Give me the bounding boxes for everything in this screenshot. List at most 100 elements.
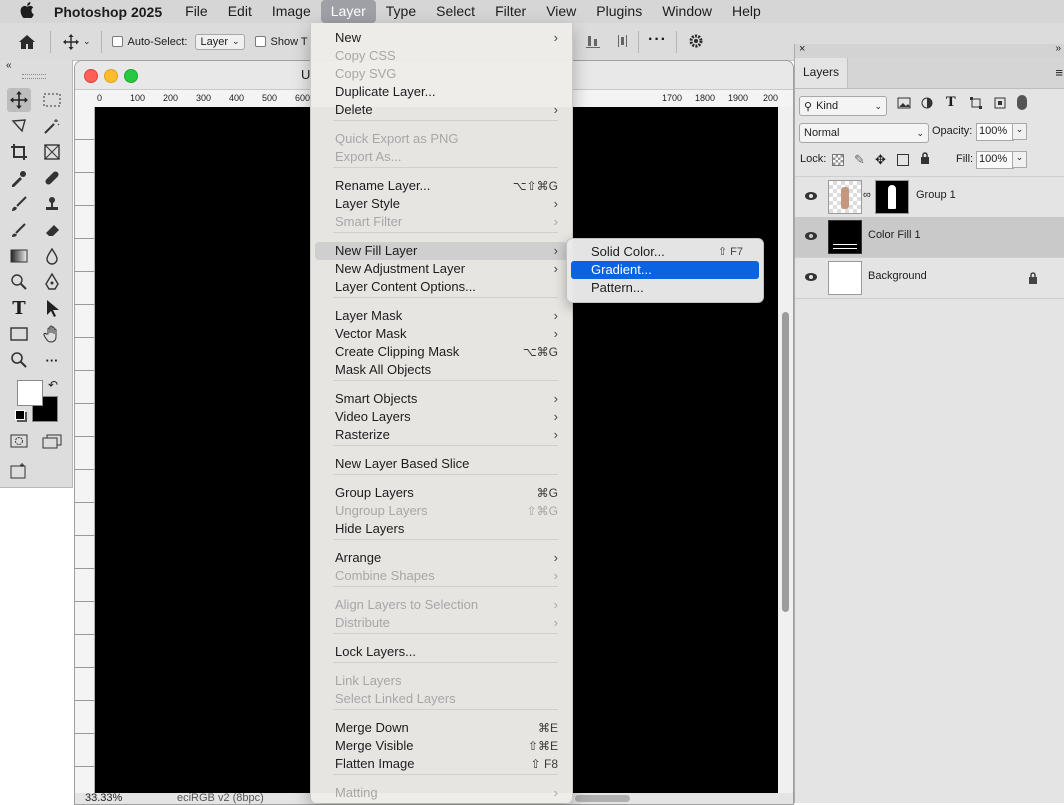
- close-panel-icon[interactable]: ×: [799, 43, 805, 55]
- marquee-tool[interactable]: [40, 88, 64, 112]
- auto-select-dropdown[interactable]: Layer ⌄: [195, 33, 245, 50]
- lock-image-icon[interactable]: ✎: [854, 152, 865, 168]
- tab-layers[interactable]: Layers: [795, 58, 848, 88]
- menu-item-layer-content-options[interactable]: Layer Content Options...: [315, 278, 568, 296]
- menu-item-duplicate-layer[interactable]: Duplicate Layer...: [315, 83, 568, 101]
- menu-item-select-linked-layers[interactable]: Select Linked Layers: [315, 690, 568, 708]
- horizontal-scrollbar-thumb[interactable]: [575, 795, 630, 802]
- menu-filter[interactable]: Filter: [485, 0, 536, 23]
- menu-item-ungroup-layers[interactable]: Ungroup Layers ⇧⌘G: [315, 502, 568, 520]
- generative-edit-icon[interactable]: [7, 459, 31, 483]
- layer-row-color-fill-1[interactable]: Color Fill 1: [795, 217, 1064, 258]
- distribute-icon[interactable]: [614, 33, 630, 52]
- healing-brush-tool[interactable]: [40, 166, 64, 190]
- layer-name[interactable]: Background: [868, 270, 927, 282]
- gear-icon[interactable]: [688, 33, 704, 52]
- eraser-tool[interactable]: [40, 218, 64, 242]
- foreground-color-swatch[interactable]: [17, 380, 43, 406]
- layer-name[interactable]: Color Fill 1: [868, 229, 921, 241]
- menu-file[interactable]: File: [175, 0, 218, 23]
- filter-kind-dropdown[interactable]: ⚲ Kind ⌄: [799, 96, 887, 116]
- crop-tool[interactable]: [7, 140, 31, 164]
- menu-item-layer-style[interactable]: Layer Style ›: [315, 195, 568, 213]
- menu-item-smart-objects[interactable]: Smart Objects ›: [315, 390, 568, 408]
- menu-item-arrange[interactable]: Arrange ›: [315, 549, 568, 567]
- menu-item-new-adjustment-layer[interactable]: New Adjustment Layer ›: [315, 260, 568, 278]
- vertical-scrollbar[interactable]: [778, 107, 793, 793]
- menu-item-quick-export-as-png[interactable]: Quick Export as PNG: [315, 130, 568, 148]
- menu-item-create-clipping-mask[interactable]: Create Clipping Mask ⌥⌘G: [315, 343, 568, 361]
- path-selection-tool[interactable]: [40, 296, 64, 320]
- gradient-tool[interactable]: [7, 244, 31, 268]
- menu-item-hide-layers[interactable]: Hide Layers: [315, 520, 568, 538]
- menu-item-group-layers[interactable]: Group Layers ⌘G: [315, 484, 568, 502]
- menu-view[interactable]: View: [536, 0, 586, 23]
- menu-item-lock-layers[interactable]: Lock Layers...: [315, 643, 568, 661]
- menu-item-video-layers[interactable]: Video Layers ›: [315, 408, 568, 426]
- pen-tool[interactable]: [40, 270, 64, 294]
- zoom-tool[interactable]: [7, 348, 31, 372]
- close-window-button[interactable]: [84, 69, 98, 83]
- scrollbar-thumb[interactable]: [782, 312, 789, 612]
- menu-item-export-as[interactable]: Export As...: [315, 148, 568, 166]
- minimize-window-button[interactable]: [104, 69, 118, 83]
- menu-type[interactable]: Type: [376, 0, 426, 23]
- quick-mask-icon[interactable]: [7, 429, 31, 453]
- filter-type-icon[interactable]: T: [946, 95, 956, 110]
- filter-smart-object-icon[interactable]: [994, 97, 1006, 112]
- lasso-tool[interactable]: [7, 114, 31, 138]
- fill-dropdown-button[interactable]: ⌄: [1012, 151, 1027, 168]
- menu-item-layer-mask[interactable]: Layer Mask ›: [315, 307, 568, 325]
- brush-tool[interactable]: [7, 192, 31, 216]
- opacity-input[interactable]: 100%: [976, 123, 1014, 141]
- rectangle-tool[interactable]: [7, 322, 31, 346]
- filter-shape-icon[interactable]: [970, 97, 982, 112]
- menu-item-copy-svg[interactable]: Copy SVG: [315, 65, 568, 83]
- menu-edit[interactable]: Edit: [218, 0, 262, 23]
- menu-image[interactable]: Image: [262, 0, 321, 23]
- menu-select[interactable]: Select: [426, 0, 485, 23]
- menu-layer[interactable]: Layer: [320, 0, 376, 23]
- menu-item-mask-all-objects[interactable]: Mask All Objects: [315, 361, 568, 379]
- collapse-icon[interactable]: «: [6, 60, 12, 71]
- zoom-level[interactable]: 33.33%: [85, 792, 122, 804]
- type-tool[interactable]: T: [7, 296, 31, 320]
- auto-select-checkbox[interactable]: [111, 36, 123, 47]
- zoom-window-button[interactable]: [124, 69, 138, 83]
- lock-position-icon[interactable]: ✥: [875, 152, 886, 168]
- default-colors-icon[interactable]: [15, 410, 25, 420]
- menu-item-distribute[interactable]: Distribute ›: [315, 614, 568, 632]
- lock-transparent-icon[interactable]: [832, 154, 844, 166]
- menu-window[interactable]: Window: [652, 0, 722, 23]
- menu-item-new[interactable]: New ›: [315, 29, 568, 47]
- home-icon[interactable]: [18, 34, 38, 50]
- eye-icon[interactable]: [804, 189, 820, 205]
- menu-item-delete[interactable]: Delete ›: [315, 101, 568, 119]
- collapse-panel-icon[interactable]: »: [1055, 43, 1061, 54]
- align-bottom-icon[interactable]: [585, 33, 601, 52]
- menu-item-rasterize[interactable]: Rasterize ›: [315, 426, 568, 444]
- panel-menu-icon[interactable]: ≡: [1055, 65, 1063, 80]
- menu-item-rename-layer[interactable]: Rename Layer... ⌥⇧⌘G: [315, 177, 568, 195]
- app-name[interactable]: Photoshop 2025: [54, 4, 162, 20]
- menu-item-matting[interactable]: Matting ›: [315, 784, 568, 802]
- more-options-icon[interactable]: ···: [648, 31, 667, 49]
- layer-name[interactable]: Group 1: [916, 189, 956, 201]
- layer-row-background[interactable]: Background: [795, 258, 1064, 299]
- stamp-tool[interactable]: [40, 192, 64, 216]
- lock-artboard-icon[interactable]: [897, 154, 909, 166]
- screen-mode-icon[interactable]: [40, 429, 64, 453]
- menu-item-flatten-image[interactable]: Flatten Image ⇧ F8: [315, 755, 568, 773]
- link-icon[interactable]: ∞: [863, 189, 871, 201]
- lock-all-icon[interactable]: [920, 152, 930, 167]
- show-transform-checkbox[interactable]: [254, 36, 266, 47]
- filter-toggle-icon[interactable]: [1017, 95, 1027, 110]
- menu-item-pattern[interactable]: Pattern...: [571, 279, 759, 297]
- blur-tool[interactable]: [40, 244, 64, 268]
- fill-input[interactable]: 100%: [976, 151, 1014, 169]
- menu-item-smart-filter[interactable]: Smart Filter ›: [315, 213, 568, 231]
- move-tool-icon[interactable]: [63, 33, 79, 50]
- hand-tool[interactable]: [40, 322, 64, 346]
- menu-item-solid-color[interactable]: Solid Color... ⇧ F7: [571, 243, 759, 261]
- opacity-dropdown-button[interactable]: ⌄: [1012, 123, 1027, 140]
